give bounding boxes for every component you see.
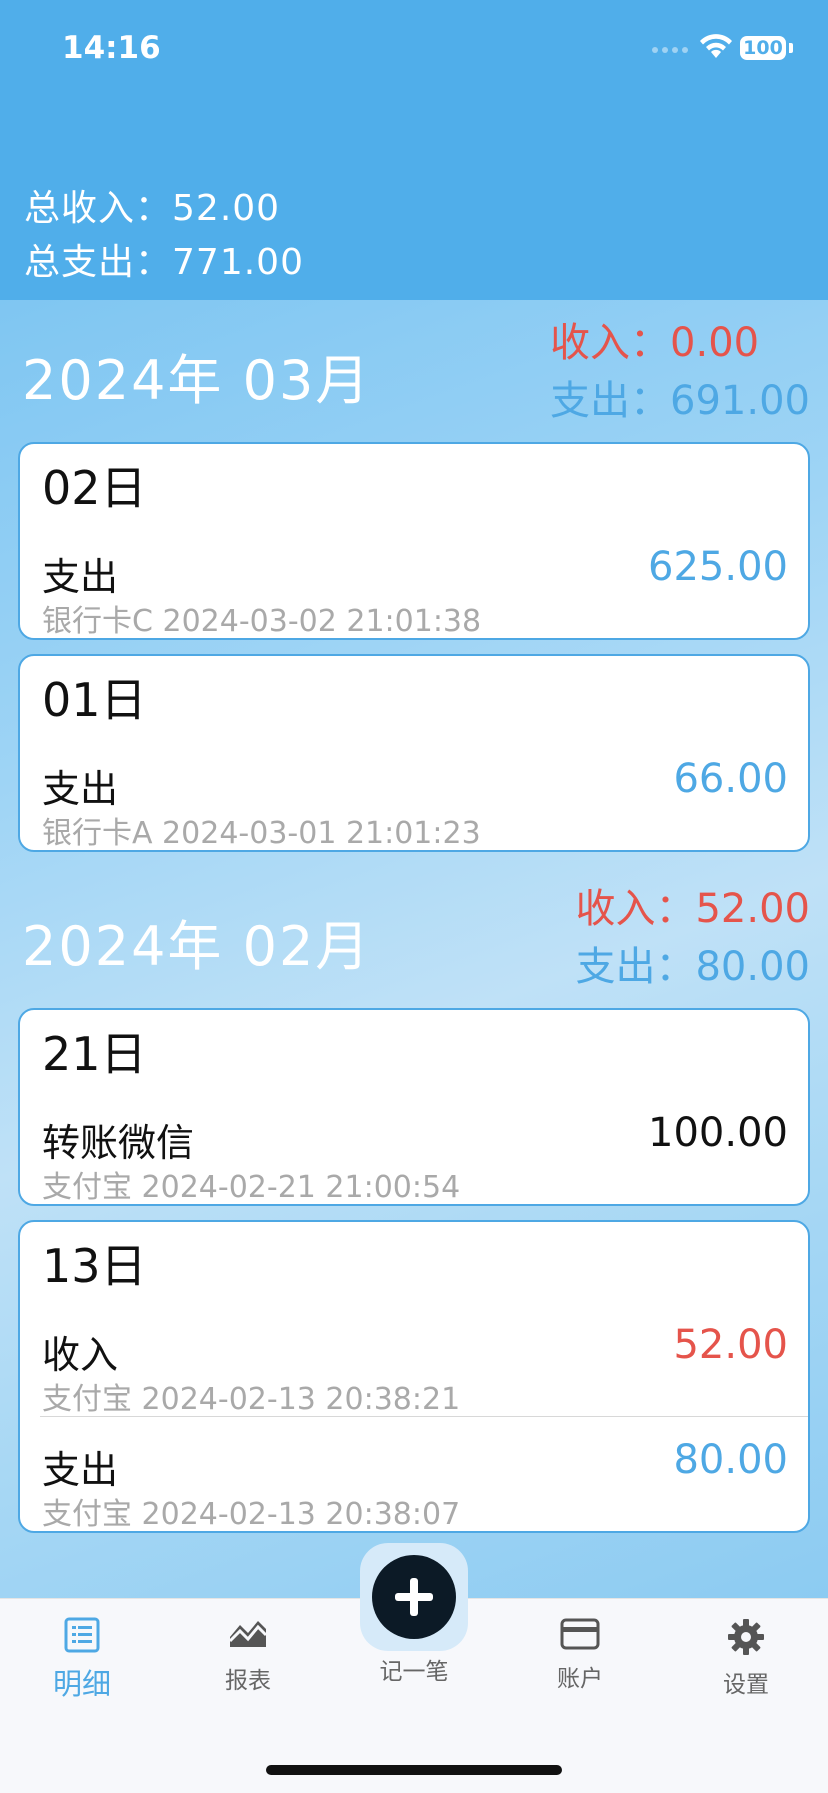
total-income-value: 52.00 (172, 188, 281, 229)
transaction-amount: 100.00 (648, 1110, 788, 1156)
day-card: 02日 支出 银行卡C 2024-03-02 21:01:38 625.00 (18, 442, 810, 640)
month-income-value: 52.00 (695, 886, 810, 932)
total-income-label: 总收入： (24, 188, 173, 229)
tab-reports[interactable]: 报表 (188, 1617, 308, 1695)
cellular-signal-icon (652, 47, 688, 53)
month-summary: 收入：52.00 支出：80.00 (575, 880, 810, 996)
month-title: 2024年 02月 (22, 915, 372, 978)
plus-icon (395, 1578, 433, 1616)
total-expense-label: 总支出： (24, 242, 173, 283)
month-header: 2024年 03月 收入：0.00 支出：691.00 (0, 300, 828, 442)
tab-details[interactable]: 明细 (22, 1617, 142, 1703)
transaction-type: 转账微信 (42, 1121, 195, 1165)
transaction-amount: 52.00 (673, 1322, 788, 1368)
month-expense-value: 691.00 (670, 378, 810, 424)
header: 14:16 100 总收入：52.00 总支出：771.00 (0, 0, 828, 300)
list-icon (64, 1617, 100, 1653)
tab-settings[interactable]: 设置 (686, 1617, 806, 1699)
battery-tip (789, 43, 793, 53)
total-expense-row: 总支出：771.00 (24, 236, 304, 290)
chart-icon (228, 1621, 268, 1647)
totals-summary: 总收入：52.00 总支出：771.00 (24, 182, 304, 290)
month-expense-value: 80.00 (695, 944, 810, 990)
day-card: 01日 支出 银行卡A 2024-03-01 21:01:23 66.00 (18, 654, 810, 852)
transaction-row[interactable]: 支出 银行卡A 2024-03-01 21:01:23 66.00 (20, 736, 808, 850)
transaction-meta: 银行卡C 2024-03-02 21:01:38 (42, 604, 482, 639)
transaction-row[interactable]: 支出 支付宝 2024-02-13 20:38:07 80.00 (40, 1416, 808, 1531)
wifi-icon (700, 34, 732, 58)
tab-accounts[interactable]: 账户 (520, 1617, 640, 1693)
transaction-meta: 支付宝 2024-02-13 20:38:07 (42, 1497, 461, 1532)
add-record-label[interactable]: 记一笔 (354, 1652, 474, 1686)
transaction-row[interactable]: 收入 支付宝 2024-02-13 20:38:21 52.00 (20, 1302, 808, 1417)
transaction-row[interactable]: 转账微信 支付宝 2024-02-21 21:00:54 100.00 (20, 1090, 808, 1204)
transaction-meta: 支付宝 2024-02-21 21:00:54 (42, 1170, 461, 1205)
day-label: 21日 (42, 1027, 147, 1081)
transaction-amount: 66.00 (673, 756, 788, 802)
status-time: 14:16 (62, 30, 161, 66)
transaction-amount: 625.00 (648, 544, 788, 590)
month-expense-label: 支出： (575, 944, 696, 990)
month-summary: 收入：0.00 支出：691.00 (550, 314, 810, 430)
day-card: 21日 转账微信 支付宝 2024-02-21 21:00:54 100.00 (18, 1008, 810, 1206)
home-indicator[interactable] (266, 1765, 562, 1775)
tab-label: 报表 (225, 1668, 271, 1694)
transaction-type: 支出 (42, 555, 119, 599)
card-icon (560, 1618, 600, 1650)
add-record-button[interactable] (360, 1543, 468, 1651)
transaction-list[interactable]: 2024年 03月 收入：0.00 支出：691.00 02日 支出 银行卡C … (0, 300, 828, 1598)
transaction-type: 收入 (42, 1333, 119, 1377)
transaction-amount: 80.00 (673, 1437, 788, 1483)
transaction-meta: 支付宝 2024-02-13 20:38:21 (42, 1382, 461, 1417)
tab-label: 账户 (557, 1666, 603, 1692)
battery-icon: 100 (740, 36, 786, 60)
month-expense-label: 支出： (550, 378, 671, 424)
tab-label: 设置 (723, 1672, 769, 1698)
gear-icon (728, 1619, 764, 1655)
month-title: 2024年 03月 (22, 349, 372, 412)
day-label: 01日 (42, 673, 147, 727)
tab-label: 明细 (52, 1667, 111, 1701)
month-header: 2024年 02月 收入：52.00 支出：80.00 (0, 866, 828, 1008)
day-label: 13日 (42, 1239, 147, 1293)
transaction-meta: 银行卡A 2024-03-01 21:01:23 (42, 816, 481, 851)
day-label: 02日 (42, 461, 147, 515)
add-record-circle (372, 1555, 456, 1639)
transaction-type: 支出 (42, 1448, 119, 1492)
total-expense-value: 771.00 (172, 242, 304, 283)
month-income-label: 收入： (575, 886, 696, 932)
total-income-row: 总收入：52.00 (24, 182, 304, 236)
day-card: 13日 收入 支付宝 2024-02-13 20:38:21 52.00 支出 … (18, 1220, 810, 1533)
month-income-label: 收入： (550, 320, 671, 366)
status-bar: 14:16 100 (0, 0, 828, 100)
month-income-value: 0.00 (670, 320, 760, 366)
transaction-row[interactable]: 支出 银行卡C 2024-03-02 21:01:38 625.00 (20, 524, 808, 638)
transaction-type: 支出 (42, 767, 119, 811)
